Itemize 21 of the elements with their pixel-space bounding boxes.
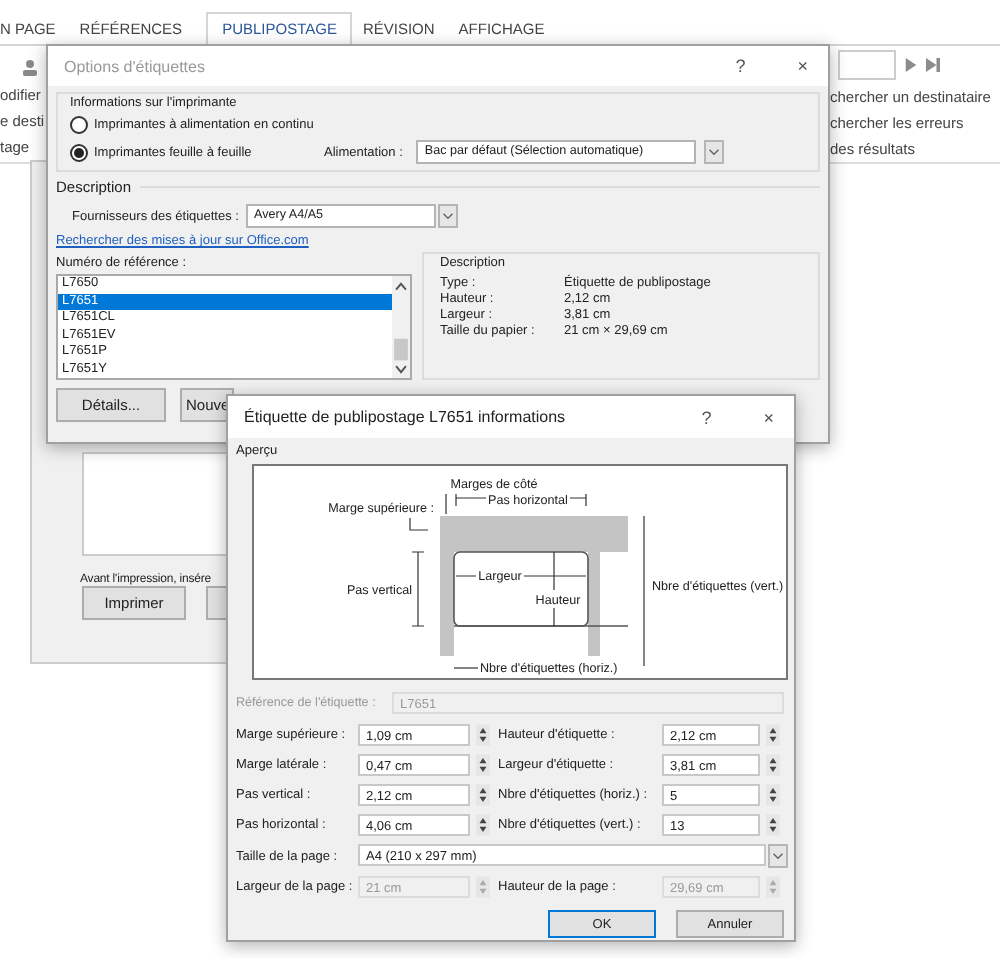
help-button[interactable]: ? bbox=[693, 407, 720, 427]
scrollbar[interactable] bbox=[392, 276, 410, 378]
record-number-field[interactable] bbox=[838, 50, 896, 80]
radio-button[interactable] bbox=[70, 115, 88, 133]
close-button[interactable]: × bbox=[789, 56, 816, 76]
help-button[interactable]: ? bbox=[727, 56, 754, 76]
spinner-arrows-icon[interactable] bbox=[476, 754, 490, 776]
next-icon[interactable] bbox=[904, 58, 918, 72]
spinner-arrows-icon[interactable] bbox=[766, 784, 780, 806]
close-button[interactable]: × bbox=[755, 407, 782, 427]
spinner-arrows-icon[interactable] bbox=[476, 784, 490, 806]
spinner-arrows-icon[interactable] bbox=[476, 814, 490, 836]
contacts-icon[interactable] bbox=[20, 58, 40, 78]
last-icon[interactable] bbox=[926, 58, 940, 72]
dialog-title: Étiquette de publipostage L7651 informations bbox=[244, 408, 568, 426]
dialog-title: Options d'étiquettes bbox=[64, 57, 207, 75]
radio-button[interactable] bbox=[70, 143, 88, 161]
spinner-arrows-icon[interactable] bbox=[766, 724, 780, 746]
spinner-arrows-icon[interactable] bbox=[476, 724, 490, 746]
spinner-arrows-icon[interactable] bbox=[766, 754, 780, 776]
spinner-arrows-icon[interactable] bbox=[766, 814, 780, 836]
